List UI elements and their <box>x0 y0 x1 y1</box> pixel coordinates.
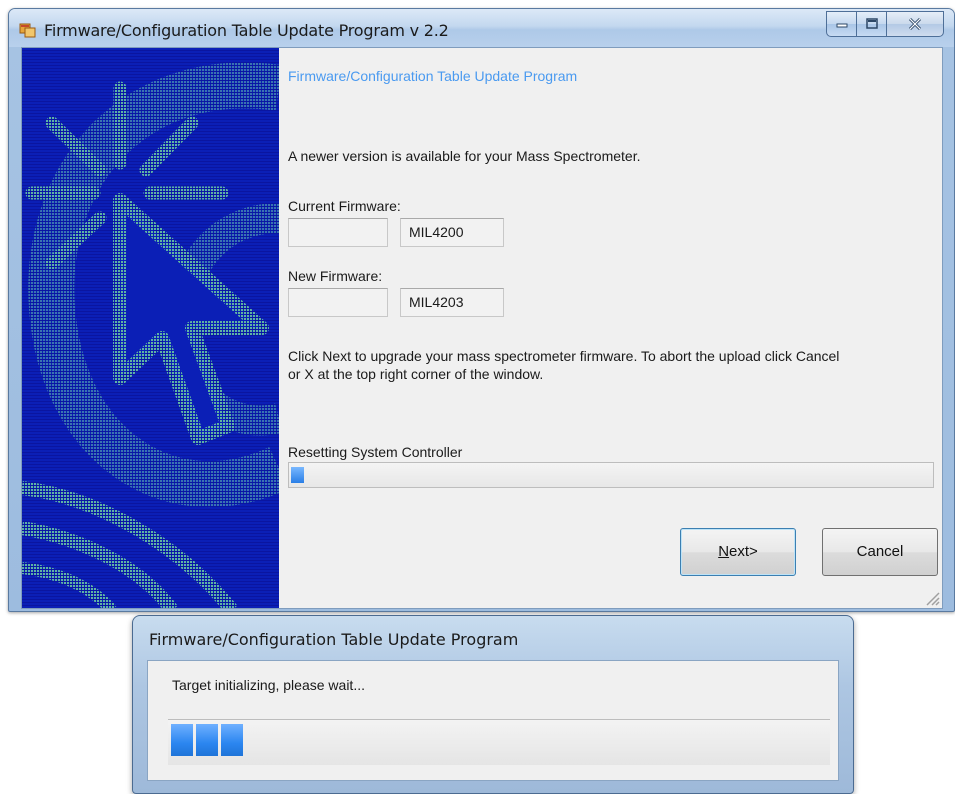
maximize-icon <box>865 18 878 29</box>
next-button-label: ext> <box>729 543 758 560</box>
next-button-accesskey: N <box>718 543 730 560</box>
cursor-click-graphic <box>22 62 279 608</box>
cancel-button[interactable]: Cancel <box>822 528 938 576</box>
window-title: Firmware/Configuration Table Update Prog… <box>44 21 449 40</box>
firmware-update-window: Firmware/Configuration Table Update Prog… <box>8 8 955 612</box>
window-client-area: Firmware/Configuration Table Update Prog… <box>21 47 943 609</box>
dialog-progress-blocks <box>171 724 243 756</box>
current-firmware-label: Current Firmware: <box>288 198 401 214</box>
minimize-button[interactable] <box>826 11 856 37</box>
main-progress-fill <box>291 467 304 483</box>
content-panel: Firmware/Configuration Table Update Prog… <box>280 48 942 608</box>
update-available-message: A newer version is available for your Ma… <box>288 148 641 164</box>
current-firmware-field-left <box>288 218 388 247</box>
dialog-progress-bar <box>168 719 830 765</box>
instructions-line-1: Click Next to upgrade your mass spectrom… <box>288 348 840 364</box>
progress-block <box>221 724 243 756</box>
next-button[interactable]: Next> <box>680 528 796 576</box>
dialog-message: Target initializing, please wait... <box>172 677 365 693</box>
new-firmware-version-field: MIL4203 <box>400 288 504 317</box>
new-firmware-label: New Firmware: <box>288 268 383 284</box>
close-icon <box>908 17 922 31</box>
new-firmware-field-left <box>288 288 388 317</box>
resize-grip-icon[interactable] <box>924 590 940 606</box>
initializing-dialog: Firmware/Configuration Table Update Prog… <box>132 615 854 794</box>
current-firmware-version-field: MIL4200 <box>400 218 504 247</box>
progress-block <box>196 724 218 756</box>
progress-block <box>171 724 193 756</box>
minimize-icon <box>836 23 847 28</box>
side-banner-image <box>22 48 279 608</box>
instructions-line-2: or X at the top right corner of the wind… <box>288 366 544 382</box>
caption-buttons <box>826 11 944 37</box>
page-heading: Firmware/Configuration Table Update Prog… <box>288 68 578 84</box>
title-bar[interactable]: Firmware/Configuration Table Update Prog… <box>9 9 954 47</box>
maximize-button[interactable] <box>856 11 886 37</box>
dialog-client-area: Target initializing, please wait... <box>147 660 839 781</box>
app-icon <box>19 21 37 39</box>
close-button[interactable] <box>886 11 944 37</box>
dialog-title: Firmware/Configuration Table Update Prog… <box>149 630 519 649</box>
main-progress-bar <box>288 462 934 488</box>
status-text: Resetting System Controller <box>288 444 463 460</box>
